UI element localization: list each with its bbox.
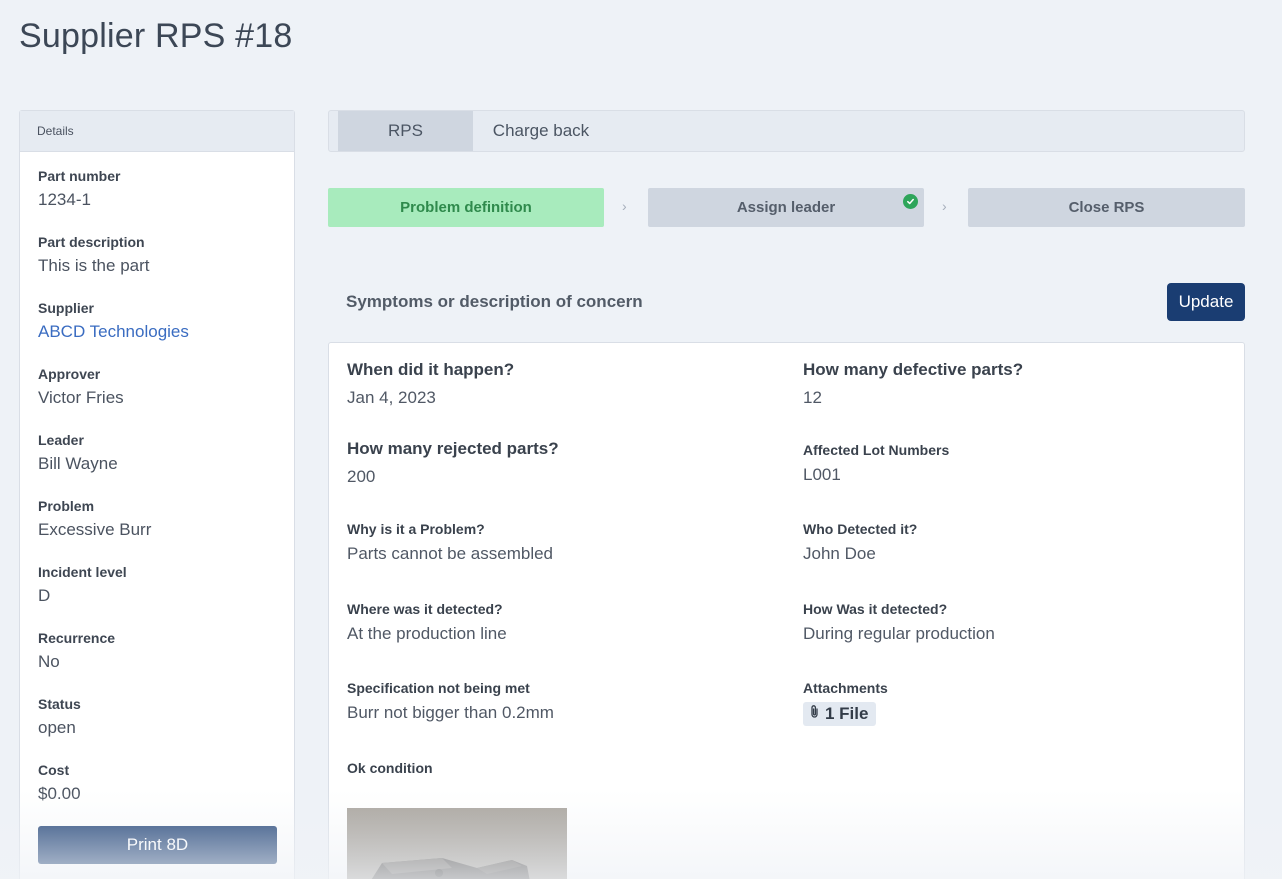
question-value: 200 [347, 467, 376, 486]
question-ok-condition: Ok condition [347, 760, 433, 776]
question-attachments: Attachments 1 File [803, 680, 888, 726]
section-title: Symptoms or description of concern [346, 292, 643, 311]
question-label: Ok condition [347, 760, 433, 776]
field-part-number: Part number 1234-1 [38, 168, 120, 210]
question-who: Who Detected it? John Doe [803, 521, 917, 564]
field-value: open [38, 718, 76, 737]
chevron-right-icon: › [942, 198, 947, 214]
field-problem: Problem Excessive Burr [38, 498, 151, 540]
field-value: This is the part [38, 256, 150, 275]
supplier-link[interactable]: ABCD Technologies [38, 322, 189, 342]
field-value: Victor Fries [38, 388, 124, 407]
field-label: Status [38, 696, 81, 712]
ok-condition-image[interactable] [347, 808, 567, 879]
field-approver: Approver Victor Fries [38, 366, 124, 408]
question-label: When did it happen? [347, 360, 515, 379]
field-label: Part description [38, 234, 145, 250]
question-label: Who Detected it? [803, 521, 918, 537]
field-cost: Cost $0.00 [38, 762, 81, 804]
question-label: Why is it a Problem? [347, 521, 485, 537]
update-button[interactable]: Update [1167, 283, 1245, 321]
question-value: 12 [803, 388, 822, 407]
step-assign-leader[interactable]: Assign leader [648, 188, 924, 227]
question-label: Specification not being met [347, 680, 530, 696]
question-value: Parts cannot be assembled [347, 544, 554, 563]
step-problem-definition[interactable]: Problem definition [328, 188, 604, 227]
question-label: Where was it detected? [347, 601, 503, 617]
question-value: Burr not bigger than 0.2mm [347, 703, 554, 722]
field-label: Cost [38, 762, 70, 778]
field-status: Status open [38, 696, 81, 738]
check-circle-icon [903, 194, 918, 209]
field-value: $0.00 [38, 784, 81, 803]
field-value: No [38, 652, 60, 671]
paperclip-icon [809, 704, 820, 724]
question-defective: How many defective parts? 12 [803, 360, 1023, 408]
sidebar-header: Details [20, 111, 294, 152]
print-8d-button[interactable]: Print 8D [38, 826, 277, 864]
question-label: How many defective parts? [803, 360, 1024, 379]
field-leader: Leader Bill Wayne [38, 432, 118, 474]
question-value: L001 [803, 465, 841, 484]
chevron-right-icon: › [622, 198, 627, 214]
question-where: Where was it detected? At the production… [347, 601, 507, 644]
step-close-rps[interactable]: Close RPS [968, 188, 1245, 227]
question-value: During regular production [803, 624, 995, 643]
tab-rps[interactable]: RPS [338, 111, 473, 151]
question-why: Why is it a Problem? Parts cannot be ass… [347, 521, 553, 564]
question-label: Attachments [803, 680, 888, 696]
field-recurrence: Recurrence No [38, 630, 115, 672]
attachment-chip[interactable]: 1 File [803, 702, 877, 726]
field-value: D [38, 586, 51, 605]
tab-charge-back[interactable]: Charge back [473, 111, 609, 151]
field-value: Excessive Burr [38, 520, 152, 539]
question-when: When did it happen? Jan 4, 2023 [347, 360, 514, 408]
details-sidebar: Details Part number 1234-1 Part descript… [19, 110, 295, 879]
field-label: Leader [38, 432, 84, 448]
field-value: 1234-1 [38, 190, 91, 209]
question-spec: Specification not being met Burr not big… [347, 680, 554, 723]
question-rejected: How many rejected parts? 200 [347, 439, 559, 487]
field-label: Problem [38, 498, 95, 514]
field-supplier: Supplier ABCD Technologies [38, 300, 189, 342]
field-value: Bill Wayne [38, 454, 118, 473]
field-incident-level: Incident level D [38, 564, 127, 606]
field-part-description: Part description This is the part [38, 234, 150, 276]
concern-details-card: When did it happen? Jan 4, 2023 How many… [328, 342, 1245, 879]
field-label: Part number [38, 168, 121, 184]
attachment-count: 1 File [825, 704, 869, 723]
question-value: Jan 4, 2023 [347, 388, 436, 407]
question-label: How many rejected parts? [347, 439, 559, 458]
field-label: Supplier [38, 300, 95, 316]
page-title: Supplier RPS #18 [19, 17, 293, 55]
field-label: Recurrence [38, 630, 116, 646]
question-label: Affected Lot Numbers [803, 442, 950, 458]
question-label: How Was it detected? [803, 601, 948, 617]
question-lots: Affected Lot Numbers L001 [803, 442, 949, 485]
question-value: John Doe [803, 544, 876, 563]
question-how: How Was it detected? During regular prod… [803, 601, 995, 644]
question-value: At the production line [347, 624, 507, 643]
tab-bar: RPS Charge back [328, 110, 1245, 152]
field-label: Approver [38, 366, 101, 382]
field-label: Incident level [38, 564, 127, 580]
